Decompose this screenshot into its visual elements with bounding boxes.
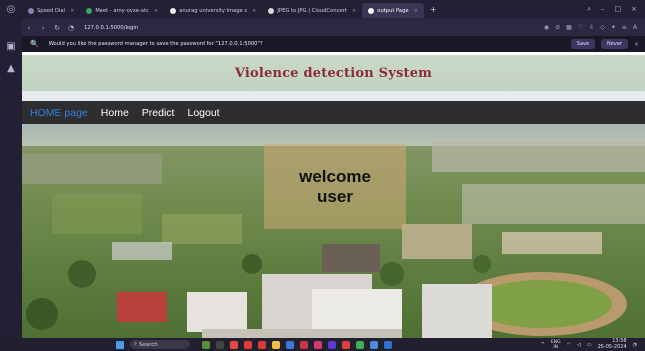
tab-speed-dial[interactable]: Speed Dial × <box>22 3 80 18</box>
app-icon[interactable] <box>300 340 308 349</box>
welcome-user: user <box>317 186 353 206</box>
reload-icon[interactable]: ↻ <box>50 24 64 32</box>
new-tab-button[interactable]: + <box>424 5 443 14</box>
site-header: Violence detection System <box>22 55 645 91</box>
url-field[interactable]: 127.0.0.1:5000/login <box>84 25 138 31</box>
never-button[interactable]: Never <box>601 39 628 49</box>
menu-icon[interactable]: ≡ <box>622 24 627 31</box>
windows-start-icon[interactable] <box>116 340 124 349</box>
tab-bar: Speed Dial × Meet - amy-ovxe-atc × anurag … <box>22 0 645 19</box>
tab-cloudconvert[interactable]: JPEG to JPG | CloudConvert × <box>262 3 362 18</box>
close-tab-icon[interactable]: × <box>154 8 158 14</box>
app-icon[interactable] <box>342 340 350 349</box>
password-prompt: Would you like the password manager to s… <box>48 41 263 47</box>
site-title: Violence detection System <box>234 65 433 81</box>
close-tab-icon[interactable]: × <box>352 8 356 14</box>
maximize-icon[interactable]: □ <box>615 5 622 14</box>
profile-icon[interactable]: A <box>633 24 637 31</box>
tab-anurag-image[interactable]: anurag university image s × <box>164 3 262 18</box>
file-explorer-icon[interactable] <box>272 340 280 349</box>
nav-home-link[interactable]: Home <box>101 107 129 119</box>
close-tab-icon[interactable]: × <box>414 8 418 14</box>
edge-icon[interactable] <box>286 340 294 349</box>
download-icon[interactable]: ⇩ <box>589 24 594 31</box>
header-divider <box>22 91 645 101</box>
aria-icon[interactable]: ▲ <box>4 62 18 76</box>
chevron-up-icon[interactable]: ^ <box>541 342 545 348</box>
app-icon[interactable] <box>258 340 266 349</box>
browser-sidebar: ◎ ▣ ▲ <box>0 0 22 338</box>
widgets-icon[interactable] <box>202 340 210 349</box>
nav-logout-link[interactable]: Logout <box>187 107 219 119</box>
meet-icon <box>86 7 93 14</box>
task-view-icon[interactable] <box>216 340 224 349</box>
camera-icon[interactable]: ◉ <box>544 24 549 31</box>
app-icon[interactable] <box>384 340 392 349</box>
web-page: Violence detection System HOME page Home… <box>22 52 645 338</box>
minimize-icon[interactable]: – <box>601 5 605 14</box>
clock[interactable]: 13:58 25-05-2024 <box>598 338 627 350</box>
toolbar-icons: ◉ ⊘ ▦ ♡ ⇩ ◇ ✦ ≡ A <box>544 24 645 31</box>
page-icon <box>368 7 375 14</box>
adblock-icon[interactable]: ⊘ <box>555 24 560 31</box>
back-icon[interactable]: ‹ <box>22 24 36 32</box>
nav-predict-link[interactable]: Predict <box>142 107 175 119</box>
vpn-icon[interactable]: ▦ <box>566 24 572 31</box>
wifi-icon[interactable]: ◠ <box>567 342 571 348</box>
app-icon[interactable] <box>370 340 378 349</box>
browser-logo-icon[interactable]: ◎ <box>4 3 18 17</box>
address-bar: ‹ › ↻ ◔ 127.0.0.1:5000/login ◉ ⊘ ▦ ♡ ⇩ ◇… <box>22 19 645 36</box>
key-icon: 🔍 <box>30 40 39 48</box>
tab-meet[interactable]: Meet - amy-ovxe-atc × <box>80 3 164 18</box>
site-navbar: HOME page Home Predict Logout <box>22 101 645 124</box>
app-icon[interactable] <box>314 340 322 349</box>
heart-icon[interactable]: ♡ <box>578 24 583 31</box>
notification-icon[interactable]: ◔ <box>633 342 637 348</box>
google-icon <box>170 7 177 14</box>
hero-banner: welcome user <box>22 124 645 338</box>
close-tab-icon[interactable]: × <box>252 8 256 14</box>
screen: ◎ ▣ ▲ Speed Dial × Meet - amy-ovxe-atc × a… <box>0 0 645 351</box>
speed-dial-icon <box>28 7 34 14</box>
wallet-icon[interactable]: ◇ <box>600 24 605 31</box>
app-icon[interactable] <box>356 340 364 349</box>
volume-icon[interactable]: ◁ <box>577 342 581 348</box>
app-icon[interactable] <box>328 340 336 349</box>
nav-home-page-link[interactable]: HOME page <box>30 107 88 119</box>
system-tray: ^ ENG IN ◠ ◁ ▭ 13:58 25-05-2024 ◔ <box>541 338 645 350</box>
forward-icon[interactable]: › <box>36 24 50 32</box>
cloudconvert-icon <box>268 7 275 14</box>
window-controls: ⌕ – □ × <box>587 5 645 14</box>
site-info-icon[interactable]: ◔ <box>64 24 78 32</box>
taskbar-search[interactable]: ⌕ Search <box>130 340 190 349</box>
chrome-icon[interactable] <box>230 340 238 349</box>
welcome-card: welcome user <box>264 144 406 229</box>
search-tabs-icon[interactable]: ⌕ <box>587 5 591 14</box>
workspace-icon[interactable]: ▣ <box>4 40 18 54</box>
extensions-icon[interactable]: ✦ <box>611 24 616 31</box>
taskbar-apps <box>202 340 392 349</box>
close-window-icon[interactable]: × <box>631 5 637 14</box>
close-tab-icon[interactable]: × <box>70 8 74 14</box>
opera-icon[interactable] <box>244 340 252 349</box>
password-manager-bar: 🔍 Would you like the password manager to… <box>22 36 645 52</box>
close-prompt-icon[interactable]: × <box>634 41 639 48</box>
tab-output-page[interactable]: output Page × <box>362 3 424 18</box>
welcome-heading: welcome <box>299 166 371 186</box>
save-password-button[interactable]: Save <box>570 39 596 49</box>
battery-icon[interactable]: ▭ <box>587 342 592 348</box>
taskbar: ⌕ Search ^ ENG IN ◠ ◁ ▭ 13:58 25-05-2024… <box>0 338 645 351</box>
language-indicator[interactable]: ENG IN <box>551 340 561 350</box>
